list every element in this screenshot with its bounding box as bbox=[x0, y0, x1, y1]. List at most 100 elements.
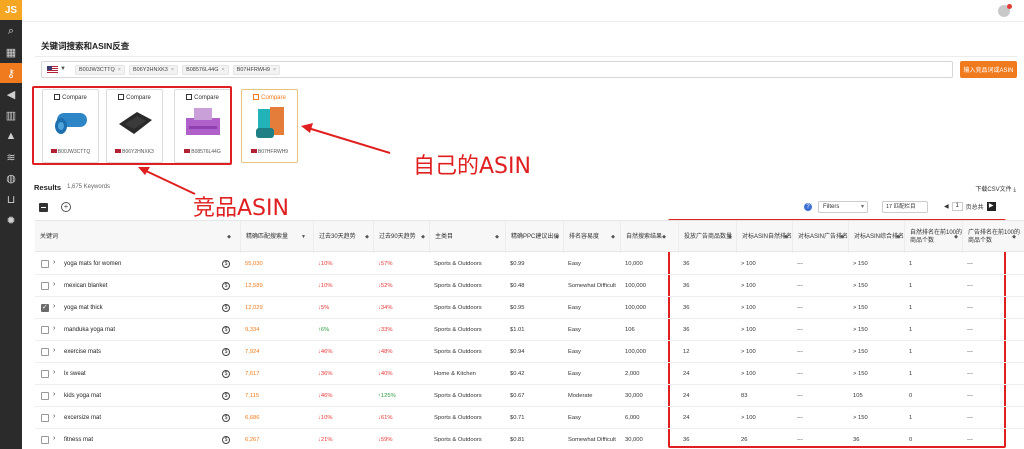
row-checkbox[interactable] bbox=[41, 370, 49, 378]
table-row[interactable]: › kids yoga mat $7,115 ↓ 46% ↑ 125% Sports & Ou… bbox=[35, 385, 1024, 407]
cell-ease: Somewhat Difficult bbox=[568, 282, 616, 289]
cell-keyword[interactable]: manduka yoga mat bbox=[64, 319, 115, 341]
first-page-icon[interactable]: ◀ bbox=[944, 203, 949, 210]
chevron-right-icon[interactable]: › bbox=[53, 391, 55, 398]
help-icon[interactable]: ? bbox=[804, 203, 812, 211]
cell-volume: 7,617 bbox=[245, 370, 260, 377]
dollar-icon[interactable]: $ bbox=[222, 348, 230, 356]
row-checkbox[interactable] bbox=[41, 348, 49, 356]
th-trend30[interactable]: 过去30天趋势 ◆ bbox=[313, 221, 373, 253]
row-checkbox[interactable] bbox=[41, 282, 49, 290]
th-organic-rank[interactable]: 对标ASIN自然排名 ◆ bbox=[736, 221, 792, 253]
th-results[interactable]: 自然搜索结果 ◆ bbox=[620, 221, 670, 253]
cell-keyword[interactable]: exercise mats bbox=[64, 341, 101, 363]
chevron-right-icon[interactable]: › bbox=[53, 259, 55, 266]
table-row[interactable]: › yoga mat thick $12,029 ↓5%↓34% Sports & Ou… bbox=[35, 297, 1024, 319]
filters-dropdown[interactable]: Filters bbox=[818, 201, 868, 213]
th-top100-ads[interactable]: 广告排名在前100的商品个数 ◆ bbox=[962, 221, 1020, 253]
table-row[interactable]: › mexican blanket $12,589 ↓ 10% ↓ 52% Sports & … bbox=[35, 275, 1024, 297]
table-row[interactable]: › exercise mats $7,924 ↓ 46% ↓ 48% Sports & Out… bbox=[35, 341, 1024, 363]
table-row[interactable]: › excersize mat $6,686 ↓ 10% ↓ 61% Sports & Out… bbox=[35, 407, 1024, 429]
chevron-right-icon[interactable]: › bbox=[53, 369, 55, 376]
th-ad-rank[interactable]: 对标ASIN广告排名 ◆ bbox=[792, 221, 848, 253]
cart-icon[interactable]: ⊔ bbox=[0, 189, 22, 209]
th-ease[interactable]: 排名容易度 ◆ bbox=[563, 221, 619, 253]
cell-ad-rank: --- bbox=[797, 414, 803, 421]
asin-chip[interactable]: B07HFRWH9 × bbox=[232, 65, 281, 75]
bar-chart-icon[interactable]: ▥ bbox=[0, 105, 22, 125]
select-all-checkbox[interactable] bbox=[39, 203, 48, 212]
th-ads-count[interactable]: 投放广告商品数量 ◆ bbox=[678, 221, 736, 253]
chevron-down-icon[interactable]: ▼ bbox=[60, 66, 66, 72]
th-overall-rank[interactable]: 对标ASIN综合排名 ◆ bbox=[848, 221, 904, 253]
row-checkbox[interactable] bbox=[41, 303, 49, 312]
table-row[interactable]: › lx sweat $7,617 ↓ 36% ↓ 40% Home & Kitchen $0.… bbox=[35, 363, 1024, 385]
gear-icon[interactable]: ✹ bbox=[0, 210, 22, 230]
cell-ppc: $0.95 bbox=[510, 304, 525, 311]
search-icon[interactable]: ⌕ bbox=[0, 21, 22, 41]
cell-trend90: ↓ 48% bbox=[373, 341, 429, 363]
top-bar bbox=[22, 0, 1024, 22]
cell-keyword[interactable]: yoga mat thick bbox=[64, 297, 103, 319]
own-asin-card[interactable]: Compare B07HFRWH9 bbox=[241, 89, 298, 163]
dollar-icon[interactable]: $ bbox=[222, 370, 230, 378]
cell-keyword[interactable]: fitness mat bbox=[64, 429, 93, 449]
store-icon[interactable]: ▦ bbox=[0, 42, 22, 62]
th-volume[interactable]: 精确匹配搜索量 ▼ bbox=[240, 221, 310, 253]
cell-volume: 7,115 bbox=[245, 392, 260, 399]
chevron-right-icon[interactable]: › bbox=[53, 281, 55, 288]
page-input[interactable]: 1 bbox=[951, 202, 963, 211]
chevron-right-icon[interactable]: › bbox=[53, 435, 55, 442]
dollar-icon[interactable]: $ bbox=[222, 326, 230, 334]
megaphone-icon[interactable]: ◀ bbox=[0, 84, 22, 104]
th-trend90[interactable]: 过去90天趋势 ◆ bbox=[373, 221, 429, 253]
th-category[interactable]: 主类目 ◆ bbox=[429, 221, 503, 253]
add-icon[interactable]: + bbox=[61, 202, 71, 212]
download-csv-link[interactable]: 下载CSV文件 ⤓ bbox=[975, 184, 1016, 194]
import-button[interactable]: 输入竞品词或ASIN bbox=[960, 61, 1017, 78]
asin-chip[interactable]: B00JW3CTTQ × bbox=[75, 65, 125, 75]
dollar-icon[interactable]: $ bbox=[222, 282, 230, 290]
cell-keyword[interactable]: yoga mats for women bbox=[64, 253, 121, 275]
cell-keyword[interactable]: mexican blanket bbox=[64, 275, 107, 297]
row-checkbox[interactable] bbox=[41, 326, 49, 334]
row-checkbox[interactable] bbox=[41, 414, 49, 422]
chevron-right-icon[interactable]: › bbox=[53, 413, 55, 420]
row-checkbox[interactable] bbox=[41, 436, 49, 444]
dollar-icon[interactable]: $ bbox=[222, 414, 230, 422]
columns-dropdown[interactable]: 17 匹配栏目 bbox=[882, 201, 928, 213]
cell-keyword[interactable]: lx sweat bbox=[64, 363, 86, 385]
table-row[interactable]: › fitness mat $6,267 ↓ 21% ↓ 59% Sports & Outdo… bbox=[35, 429, 1024, 449]
layers-icon[interactable]: ≋ bbox=[0, 147, 22, 167]
asin-chip[interactable]: B06Y2HNXK3 × bbox=[128, 65, 179, 75]
chevron-right-icon[interactable]: › bbox=[53, 303, 55, 310]
next-page-button[interactable]: ▶ bbox=[986, 202, 996, 211]
table-row[interactable]: › manduka yoga mat $9,334 ↑ 6% ↓ 33% Sports & O… bbox=[35, 319, 1024, 341]
cell-volume: 6,686 bbox=[245, 414, 260, 421]
cell-top100-ads: --- bbox=[967, 414, 973, 421]
cell-keyword[interactable]: kids yoga mat bbox=[64, 385, 101, 407]
cell-ease: Easy bbox=[568, 260, 581, 267]
th-keyword[interactable]: 关键词 ◆ bbox=[35, 221, 235, 253]
table-row[interactable]: › yoga mats for women $55,030 ↓ 10% ↓ 57% Sport… bbox=[35, 253, 1024, 275]
table-header: 关键词 ◆ 精确匹配搜索量 ▼ 过去30天趋势 ◆ 过去90天趋势 ◆ 主类目 ◆ 精确P… bbox=[35, 220, 1024, 253]
dollar-icon[interactable]: $ bbox=[222, 260, 230, 268]
dollar-icon[interactable]: $ bbox=[222, 392, 230, 400]
asin-search-input[interactable]: ▼ B00JW3CTTQ × B06Y2HNXK3 × B08576L44G × B0… bbox=[41, 61, 953, 78]
row-checkbox[interactable] bbox=[41, 260, 49, 268]
cell-keyword[interactable]: excersize mat bbox=[64, 407, 101, 429]
cap-icon[interactable]: ▲ bbox=[0, 126, 22, 146]
cell-volume: 6,267 bbox=[245, 436, 260, 443]
chevron-right-icon[interactable]: › bbox=[53, 325, 55, 332]
dollar-icon[interactable]: $ bbox=[222, 436, 230, 444]
globe-icon[interactable]: ◍ bbox=[0, 168, 22, 188]
dollar-icon[interactable]: $ bbox=[222, 304, 230, 312]
asin-chip[interactable]: B08576L44G × bbox=[182, 65, 229, 75]
th-ppc[interactable]: 精确PPC建议出价 ◆ bbox=[505, 221, 563, 253]
th-top100-organic[interactable]: 自然排名在前100的商品个数 ◆ bbox=[904, 221, 962, 253]
row-checkbox[interactable] bbox=[41, 392, 49, 400]
compare-button[interactable]: Compare bbox=[242, 94, 297, 101]
key-icon[interactable]: ⚷ bbox=[0, 63, 22, 83]
chevron-right-icon[interactable]: › bbox=[53, 347, 55, 354]
us-flag-icon[interactable] bbox=[47, 66, 58, 73]
